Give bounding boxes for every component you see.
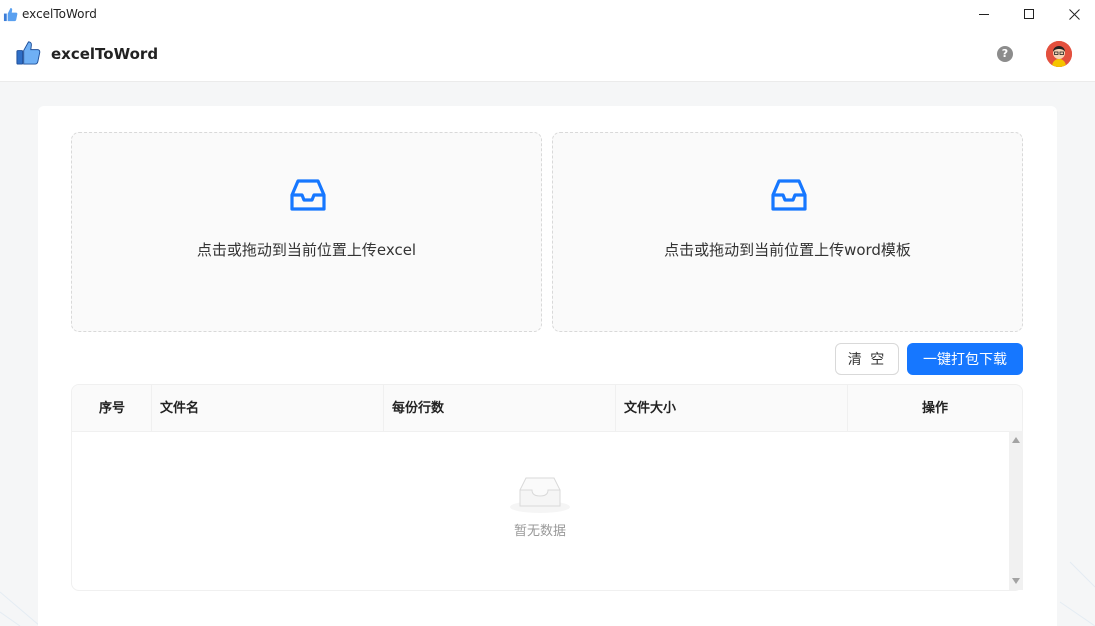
table-scrollbar[interactable] <box>1009 431 1023 590</box>
column-header-filename: 文件名 <box>152 385 384 432</box>
clear-button[interactable]: 清 空 <box>835 343 899 375</box>
avatar[interactable] <box>1046 41 1072 67</box>
close-icon <box>1068 8 1080 20</box>
table-body: 暂无数据 <box>72 432 1022 590</box>
excel-upload-dropzone[interactable]: 点击或拖动到当前位置上传excel <box>71 132 542 332</box>
inbox-icon <box>290 179 326 211</box>
maximize-button[interactable] <box>1006 0 1052 28</box>
column-header-rows-per-copy: 每份行数 <box>384 385 616 432</box>
file-table: 序号 文件名 每份行数 文件大小 操作 暂无数据 <box>71 384 1023 591</box>
column-header-file-size: 文件大小 <box>616 385 848 432</box>
maximize-icon <box>1023 8 1034 19</box>
thumbs-up-icon <box>16 41 41 65</box>
empty-state: 暂无数据 <box>492 472 588 539</box>
word-upload-hint: 点击或拖动到当前位置上传word模板 <box>664 241 911 259</box>
scroll-up-arrow-icon[interactable] <box>1011 435 1021 445</box>
empty-box-icon <box>510 477 570 513</box>
minimize-icon <box>978 13 989 15</box>
close-button[interactable] <box>1051 0 1095 28</box>
column-header-index: 序号 <box>72 385 152 432</box>
minimize-button[interactable] <box>961 0 1007 28</box>
word-upload-dropzone[interactable]: 点击或拖动到当前位置上传word模板 <box>552 132 1023 332</box>
app-brand: excelToWord <box>51 45 159 63</box>
avatar-icon <box>1046 41 1072 67</box>
empty-state-text: 暂无数据 <box>513 524 566 539</box>
scroll-down-arrow-icon[interactable] <box>1011 576 1021 586</box>
column-header-actions: 操作 <box>921 401 948 416</box>
window-titlebar[interactable]: excelToWord <box>0 0 1095 28</box>
window-title: excelToWord <box>22 7 97 21</box>
thumbs-up-icon <box>3 7 18 21</box>
help-button[interactable]: ? <box>997 46 1013 62</box>
table-header: 序号 文件名 每份行数 文件大小 操作 <box>72 385 1022 432</box>
download-all-button[interactable]: 一键打包下载 <box>907 343 1023 375</box>
inbox-icon <box>771 179 807 211</box>
excel-upload-hint: 点击或拖动到当前位置上传excel <box>196 241 417 259</box>
main-panel: 点击或拖动到当前位置上传excel 点击或拖动到当前位置上传word模板 清 空… <box>38 106 1057 626</box>
app-header: excelToWord ? <box>0 28 1095 82</box>
